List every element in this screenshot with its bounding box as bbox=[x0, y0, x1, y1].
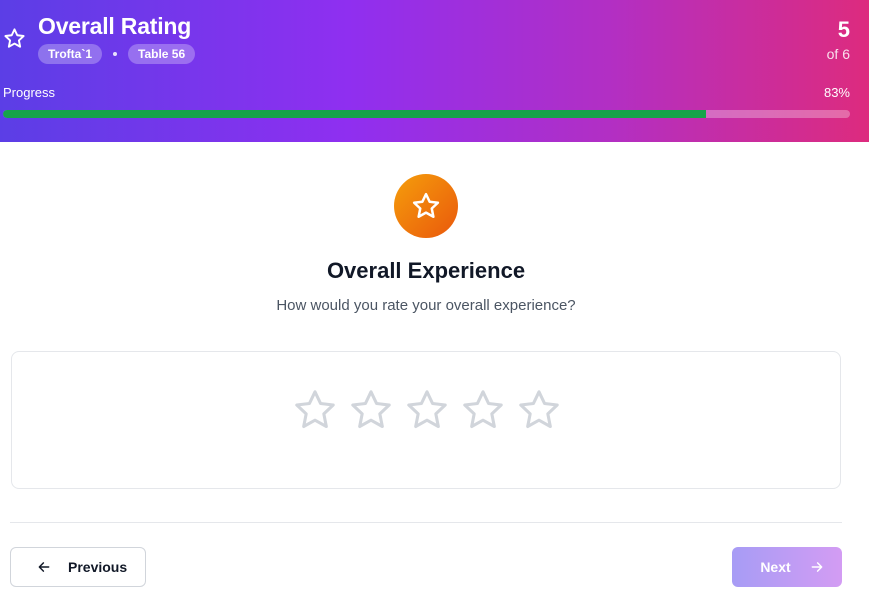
step-current: 5 bbox=[837, 17, 850, 42]
star-outline-icon bbox=[4, 28, 25, 48]
progress-percent: 83% bbox=[823, 85, 850, 100]
venue-chip: Trofta`1 bbox=[38, 44, 103, 64]
question-prompt: How would you rate your overall experien… bbox=[276, 297, 576, 314]
progress-bar bbox=[3, 110, 850, 118]
table-chip: Table 56 bbox=[128, 44, 196, 64]
survey-header: Overall Rating Trofta`1 Table 56 5 of 6 … bbox=[0, 0, 869, 142]
page-title: Overall Rating bbox=[38, 13, 192, 39]
next-button[interactable]: Next bbox=[732, 547, 842, 587]
footer-divider bbox=[10, 522, 842, 523]
rating-card bbox=[11, 351, 841, 489]
rating-star-4[interactable] bbox=[460, 387, 506, 433]
chip-separator bbox=[113, 52, 118, 56]
context-chips: Trofta`1 Table 56 bbox=[38, 44, 196, 64]
rating-star-1[interactable] bbox=[292, 387, 338, 433]
star-outline-icon bbox=[412, 192, 440, 218]
star-rating bbox=[292, 387, 562, 433]
rating-star-3[interactable] bbox=[404, 387, 450, 433]
question-title: Overall Experience bbox=[326, 258, 526, 283]
question-badge bbox=[394, 174, 458, 238]
rating-star-5[interactable] bbox=[516, 387, 562, 433]
arrow-right-icon bbox=[811, 562, 823, 572]
step-total: of 6 bbox=[826, 46, 850, 62]
progress-label: Progress bbox=[3, 85, 56, 100]
previous-button[interactable]: Previous bbox=[10, 547, 146, 587]
rating-star-2[interactable] bbox=[348, 387, 394, 433]
progress-bar-fill bbox=[3, 110, 706, 118]
previous-button-label: Previous bbox=[68, 559, 128, 575]
arrow-left-icon bbox=[38, 562, 50, 572]
next-button-label: Next bbox=[760, 559, 791, 575]
